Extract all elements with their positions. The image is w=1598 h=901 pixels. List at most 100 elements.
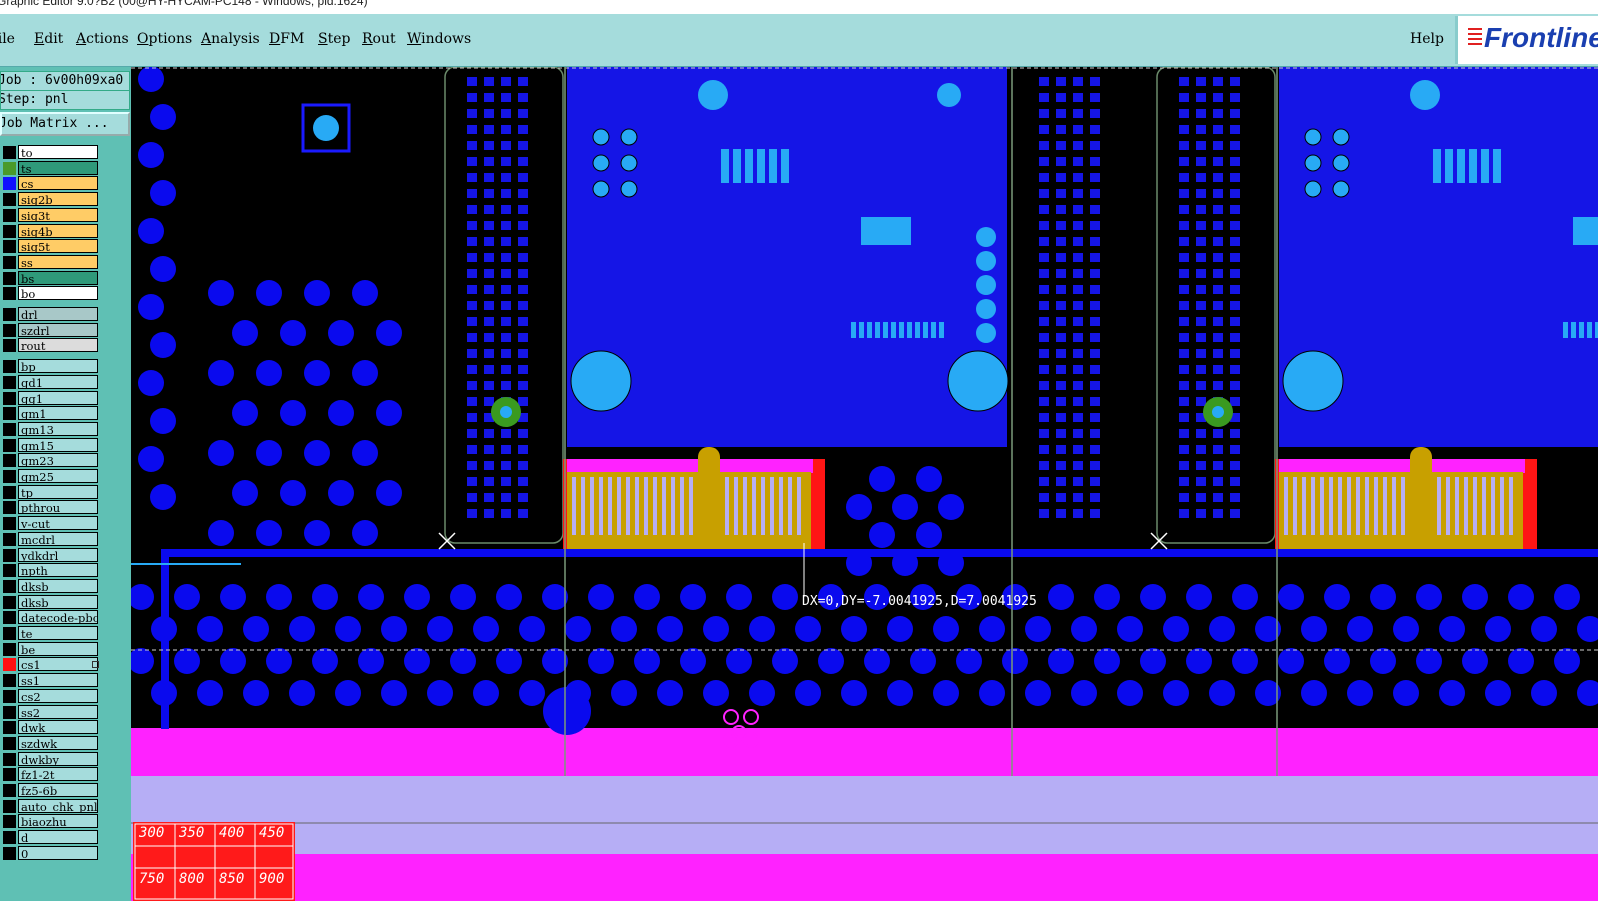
layer-name[interactable]: gm1 [18,406,98,421]
menu-step[interactable]: Step [318,31,350,47]
layer-name[interactable]: d [18,830,98,845]
layer-name[interactable]: fz5-6b [18,783,98,797]
layer-color-swatch[interactable] [3,470,16,483]
layer-row[interactable]: d [0,830,131,845]
layer-name[interactable]: gm23 [18,453,98,468]
layer-name[interactable]: dksb [18,594,98,609]
layer-color-swatch[interactable] [3,846,16,860]
layer-row[interactable]: auto_chk_pnl [0,798,131,814]
layer-color-swatch[interactable] [3,255,16,269]
layer-name[interactable]: sig3t [18,207,98,222]
layer-row[interactable]: tp [0,484,131,500]
layer-row[interactable]: te [0,626,131,641]
layer-name[interactable]: dksb [18,578,98,593]
layer-row[interactable]: gm25 [0,469,131,484]
layer-name[interactable]: dwkby [18,751,98,766]
layer-name[interactable]: te [18,626,98,640]
menu-options[interactable]: Options [137,31,192,47]
layer-color-swatch[interactable] [3,799,16,813]
layer-name[interactable]: szdwk [18,735,98,750]
layer-color-swatch[interactable] [3,548,16,562]
layer-color-swatch[interactable] [3,271,16,285]
layer-color-swatch[interactable] [3,579,16,593]
layer-name[interactable]: gm15 [18,437,98,452]
layer-name[interactable]: gm13 [18,421,98,436]
layer-color-swatch[interactable] [3,240,16,254]
layer-color-swatch[interactable] [3,658,16,672]
layer-name[interactable]: mcdrl [18,531,98,546]
layer-color-swatch[interactable] [3,391,16,405]
layer-color-swatch[interactable] [3,642,16,656]
layer-color-swatch[interactable] [3,689,16,703]
layer-color-swatch[interactable] [3,485,16,499]
layer-row[interactable]: bo [0,286,131,301]
layer-color-swatch[interactable] [3,784,16,797]
layer-color-swatch[interactable] [3,375,16,389]
menu-rout[interactable]: Rout [362,31,396,47]
layer-row[interactable]: be [0,641,131,657]
layer-row[interactable]: cs1 [0,657,131,672]
layer-row[interactable]: sig5t [0,239,131,254]
layer-color-swatch[interactable] [3,208,16,222]
layer-row[interactable]: dksb [0,594,131,610]
layer-name[interactable]: datecode-pbo [18,610,98,625]
menu-help[interactable]: Help [1410,31,1444,47]
layer-color-swatch[interactable] [3,736,16,750]
layer-color-swatch[interactable] [3,177,16,191]
layer-color-swatch[interactable] [3,595,16,609]
layer-name[interactable]: gg1 [18,390,98,405]
layer-name[interactable]: sig5t [18,239,98,254]
layer-name[interactable]: be [18,641,98,656]
layer-name[interactable]: ss1 [18,673,98,688]
layer-row[interactable]: gd1 [0,374,131,390]
menu-file[interactable]: File [0,31,15,47]
layer-color-swatch[interactable] [3,705,16,719]
layer-row[interactable]: gm13 [0,421,131,437]
layer-row[interactable]: dksb [0,578,131,594]
layer-name[interactable]: auto_chk_pnl [18,798,98,813]
layer-name[interactable]: cs1 [18,657,98,672]
layer-name[interactable]: cs [18,176,98,191]
pcb-drawing[interactable] [131,67,1598,901]
layer-row[interactable]: 0 [0,845,131,861]
layer-name[interactable]: bp [18,359,98,374]
layer-name[interactable]: sig4b [18,223,98,238]
menu-windows[interactable]: Windows [407,31,471,47]
layer-color-swatch[interactable] [3,438,16,452]
layer-row[interactable]: ydkdrl [0,547,131,563]
layer-row[interactable]: dwkby [0,751,131,767]
layer-row[interactable]: npth [0,563,131,578]
layer-name[interactable]: pthrou [18,500,98,515]
layer-color-swatch[interactable] [3,339,16,353]
layer-row[interactable]: ss1 [0,673,131,688]
layer-row[interactable]: dwk [0,720,131,735]
layer-name[interactable]: gm25 [18,469,98,483]
layer-row[interactable]: ts [0,160,131,176]
layer-row[interactable]: gm1 [0,406,131,421]
layer-name[interactable]: ydkdrl [18,547,98,562]
layer-name[interactable]: ss2 [18,704,98,719]
layer-row[interactable]: gg1 [0,390,131,406]
layer-color-swatch[interactable] [3,517,16,531]
layer-name[interactable]: drl [18,307,98,321]
layer-name[interactable]: tp [18,484,98,499]
layer-name[interactable]: bo [18,286,98,301]
layer-row[interactable]: szdwk [0,735,131,751]
layer-color-swatch[interactable] [3,532,16,546]
layer-row[interactable]: ss [0,254,131,270]
layer-color-swatch[interactable] [3,611,16,625]
layer-row[interactable]: gm15 [0,437,131,453]
layer-row[interactable]: sig4b [0,223,131,239]
layer-color-swatch[interactable] [3,674,16,688]
menu-actions[interactable]: Actions [76,31,129,47]
layer-name[interactable]: rout [18,338,98,353]
layer-color-swatch[interactable] [3,407,16,421]
layer-row[interactable]: bs [0,270,131,286]
layer-color-swatch[interactable] [3,815,16,829]
layer-color-swatch[interactable] [3,224,16,238]
layer-row[interactable]: biaozhu [0,814,131,829]
layer-row[interactable]: mcdrl [0,531,131,547]
layer-row[interactable]: cs [0,176,131,191]
layer-name[interactable]: szdrl [18,322,98,337]
layer-color-swatch[interactable] [3,360,16,374]
